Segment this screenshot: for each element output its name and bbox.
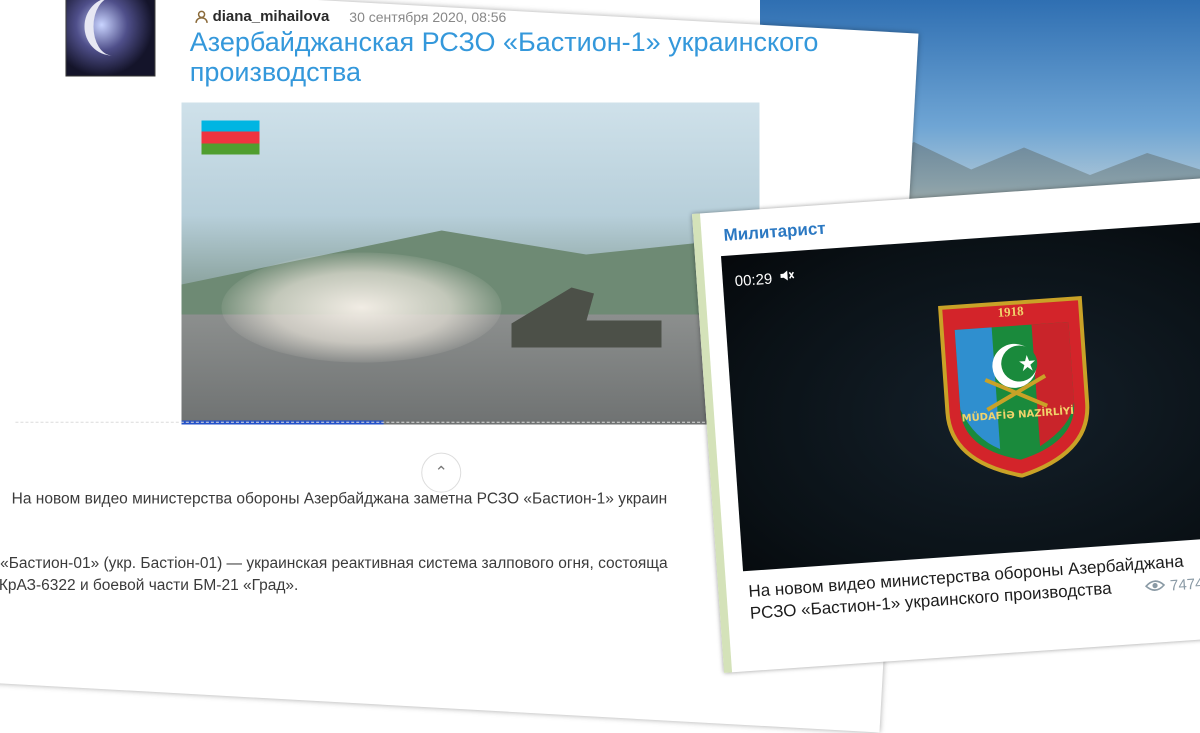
telegram-channel-name[interactable]: Милитарист bbox=[723, 219, 826, 246]
video-smoke bbox=[221, 252, 502, 363]
article-paragraph-2-line-1: «Бастион-01» (укр. Бастіон-01) — украинс… bbox=[0, 555, 668, 573]
author-name[interactable]: diana_mihailova bbox=[213, 8, 330, 25]
views-counter: 7474 bbox=[1144, 575, 1200, 596]
telegram-post-card: Милитарист 00:29 1918 MÜDAFİƏ NAZİRLİYİ bbox=[692, 174, 1200, 673]
user-icon bbox=[195, 9, 209, 23]
azerbaijan-flag-icon bbox=[201, 120, 260, 155]
eye-icon bbox=[1144, 578, 1166, 596]
video-time: 00:29 bbox=[734, 270, 773, 290]
article-paragraph-1: На новом видео министерства обороны Азер… bbox=[11, 490, 668, 508]
moon-shape bbox=[84, 0, 140, 56]
article-paragraph-2-line-2: КрАЗ-6322 и боевой части БМ-21 «Град». bbox=[0, 577, 299, 595]
telegram-video[interactable]: 00:29 1918 MÜDAFİƏ NAZİRLİYİ bbox=[721, 221, 1200, 572]
article-video[interactable] bbox=[181, 102, 760, 425]
article-title[interactable]: Азербайджанская РСЗО «Бастион-1» украинс… bbox=[190, 27, 870, 87]
mute-icon[interactable] bbox=[778, 267, 795, 288]
author-avatar[interactable] bbox=[65, 0, 156, 77]
author-row: diana_mihailova 30 сентября 2020, 08:56 bbox=[195, 8, 507, 25]
video-time-badge: 00:29 bbox=[734, 267, 795, 291]
chevron-up-icon[interactable]: ⌃ bbox=[421, 452, 462, 493]
post-date: 30 сентября 2020, 08:56 bbox=[349, 8, 507, 25]
views-count: 7474 bbox=[1169, 575, 1200, 595]
ministry-emblem: 1918 MÜDAFİƏ NAZİRLİYİ bbox=[935, 293, 1097, 483]
